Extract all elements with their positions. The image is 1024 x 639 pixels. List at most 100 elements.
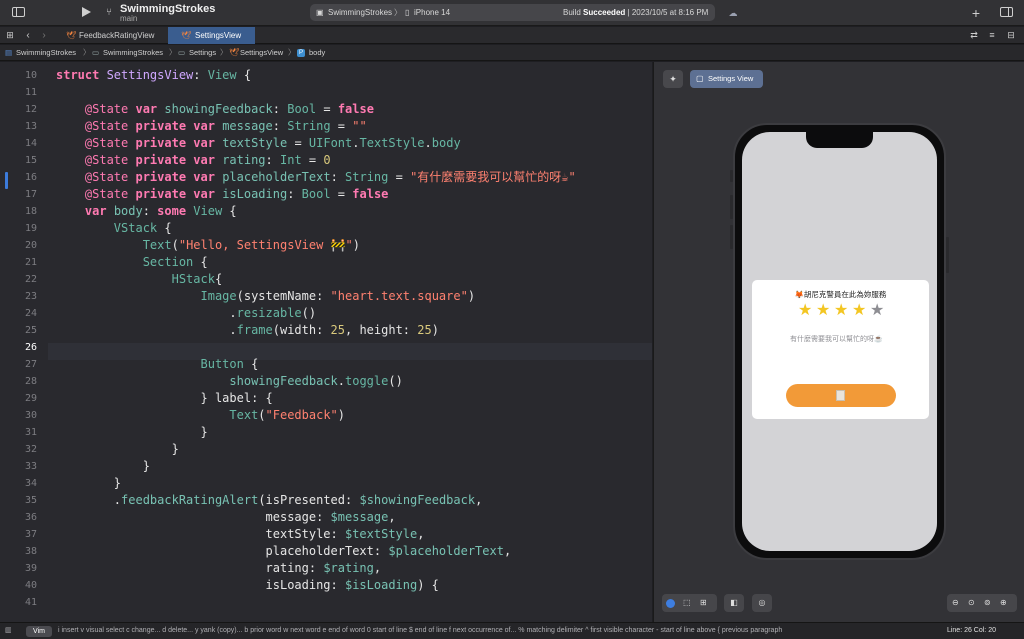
destination-scheme[interactable]: SwimmingStrokes [328,4,392,21]
jump-group[interactable]: SwimmingStrokes [103,45,163,61]
activity-status-bar[interactable]: ▣ SwimmingStrokes 〉 ▯ iPhone 14 Build Su… [310,4,715,21]
code-token: = [330,119,353,133]
code-token: rating: [56,561,324,575]
zoom-fit-icon[interactable]: ⊙ [968,594,975,612]
code-token: "Feedback" [265,408,338,422]
code-token: String [345,170,389,184]
inspector-toggle-icon[interactable] [998,0,1014,26]
forward-arrow-icon[interactable]: › [38,27,50,44]
line-number: 12 [24,104,37,115]
split-editor-icon[interactable]: ⊟ [1004,27,1018,44]
tab-settings-view[interactable]: 🕊 SettingsView [168,27,255,44]
source-editor[interactable]: 10 11 12 13 14 15 16 17 18 19 20 21 22 23 24 25 26 27 28 29… [0,62,652,622]
code-token: private var [135,119,223,133]
selectable-mode-icon[interactable]: ⬚ [683,594,691,612]
code-token: . [56,323,237,337]
line-number: 27 [24,359,37,370]
vim-mode-badge: Vim [26,626,52,637]
code-token: : [142,204,158,218]
code-line: Section { [56,254,208,271]
pin-icon[interactable]: ✦ [663,70,683,88]
refresh-icon[interactable]: ⇄ [968,27,980,44]
code-line: Image(systemName: "heart.text.square") [56,288,476,305]
jump-folder[interactable]: Settings [189,45,216,61]
code-token: : [272,102,288,116]
star-rating[interactable]: ★ ★ ★ ★ ★ [798,302,888,320]
device-globe-icon[interactable]: ◎ [752,594,772,612]
star-empty-icon[interactable]: ★ [870,302,884,320]
sidebar-toggle-icon[interactable] [10,0,26,26]
feedback-text-field[interactable]: 有什麼需要我可以幫忙的呀☕ [790,335,900,345]
live-mode-icon[interactable] [666,599,675,608]
code-token: private var [135,187,223,201]
back-arrow-icon[interactable]: ‹ [22,27,34,44]
code-token: , height: [345,323,418,337]
tab-feedback-rating-view[interactable]: 🕊 FeedbackRatingView [54,27,168,44]
cursor-position: Line: 26 Col: 20 [942,623,996,639]
preview-selector-button[interactable]: ▢ Settings View [690,70,763,88]
code-token: var [84,204,114,218]
plus-icon[interactable]: + [968,0,984,26]
line-number: 10 [24,70,37,81]
code-token: @State [84,187,136,201]
code-token: placeholderText: [56,544,389,558]
submit-button[interactable] [786,384,896,407]
code-token: textStyle: [56,527,345,541]
code-line: } label: { [56,390,272,407]
code-token: = [301,153,324,167]
zoom-in-icon[interactable]: ⊕ [1000,594,1007,612]
code-token: SettingsView [106,68,194,82]
code-line: Button { [56,356,259,373]
code-line: Text("Hello, SettingsView 🚧") [56,237,360,254]
feedback-rating-alert: 🦊胡尼克警員在此為妳服務 ★ ★ ★ ★ ★ 有什麼需要我可以幫忙的呀☕ [752,280,929,419]
code-token: $placeholderText [388,544,504,558]
code-line: struct SettingsView: View { [56,67,251,84]
code-token: Button [200,357,244,371]
code-token: $rating [323,561,374,575]
jump-bar: ▤ SwimmingStrokes 〉 ▭ SwimmingStrokes 〉 … [0,45,1024,61]
code-token: , [388,510,396,524]
device-settings-icon[interactable]: ◧ [724,594,744,612]
star-filled-icon[interactable]: ★ [798,302,812,320]
code-token: , [373,561,382,575]
status-sidebar-icon[interactable]: ▥ [5,623,12,639]
jump-symbol[interactable]: body [309,45,325,61]
grid-icon[interactable]: ⊞ [4,27,16,44]
editor-options-icon[interactable]: ≡ [986,27,998,44]
jump-project[interactable]: SwimmingStrokes [16,45,76,61]
zoom-actual-icon[interactable]: ⊚ [984,594,991,612]
code-token: String [287,119,331,133]
code-token: { [243,357,259,371]
code-line: Text("Feedback") [56,407,345,424]
variants-icon[interactable]: ⊞ [700,594,707,612]
code-token: : [193,68,208,82]
chevron-right-icon: 〉 [220,48,228,57]
jump-file[interactable]: SettingsView [240,45,283,61]
code-token: . [424,136,432,150]
tab-label: FeedbackRatingView [79,31,155,40]
line-number: 29 [24,393,37,404]
star-filled-icon[interactable]: ★ [816,302,830,320]
code-token: Text [229,408,259,422]
code-token: View [207,68,237,82]
device-screen[interactable]: 🦊胡尼克警員在此為妳服務 ★ ★ ★ ★ ★ 有什麼需要我可以幫忙的呀☕ [742,132,937,551]
line-number: 36 [24,512,37,523]
zoom-out-icon[interactable]: ⊖ [952,594,959,612]
vim-hints: i insert v visual select c change... d d… [58,627,783,634]
code-line: @State var showingFeedback: Bool = false [56,101,374,118]
code-token: } [56,459,150,473]
code-token: textStyle [222,136,288,150]
code-token: Section [142,255,194,269]
star-filled-icon[interactable]: ★ [834,302,848,320]
play-icon[interactable] [78,0,94,26]
build-status: Build Succeeded | 2023/10/5 at 8:16 PM [563,8,709,17]
code-token: body [113,204,143,218]
destination-device[interactable]: iPhone 14 [414,4,450,21]
star-filled-icon[interactable]: ★ [852,302,866,320]
